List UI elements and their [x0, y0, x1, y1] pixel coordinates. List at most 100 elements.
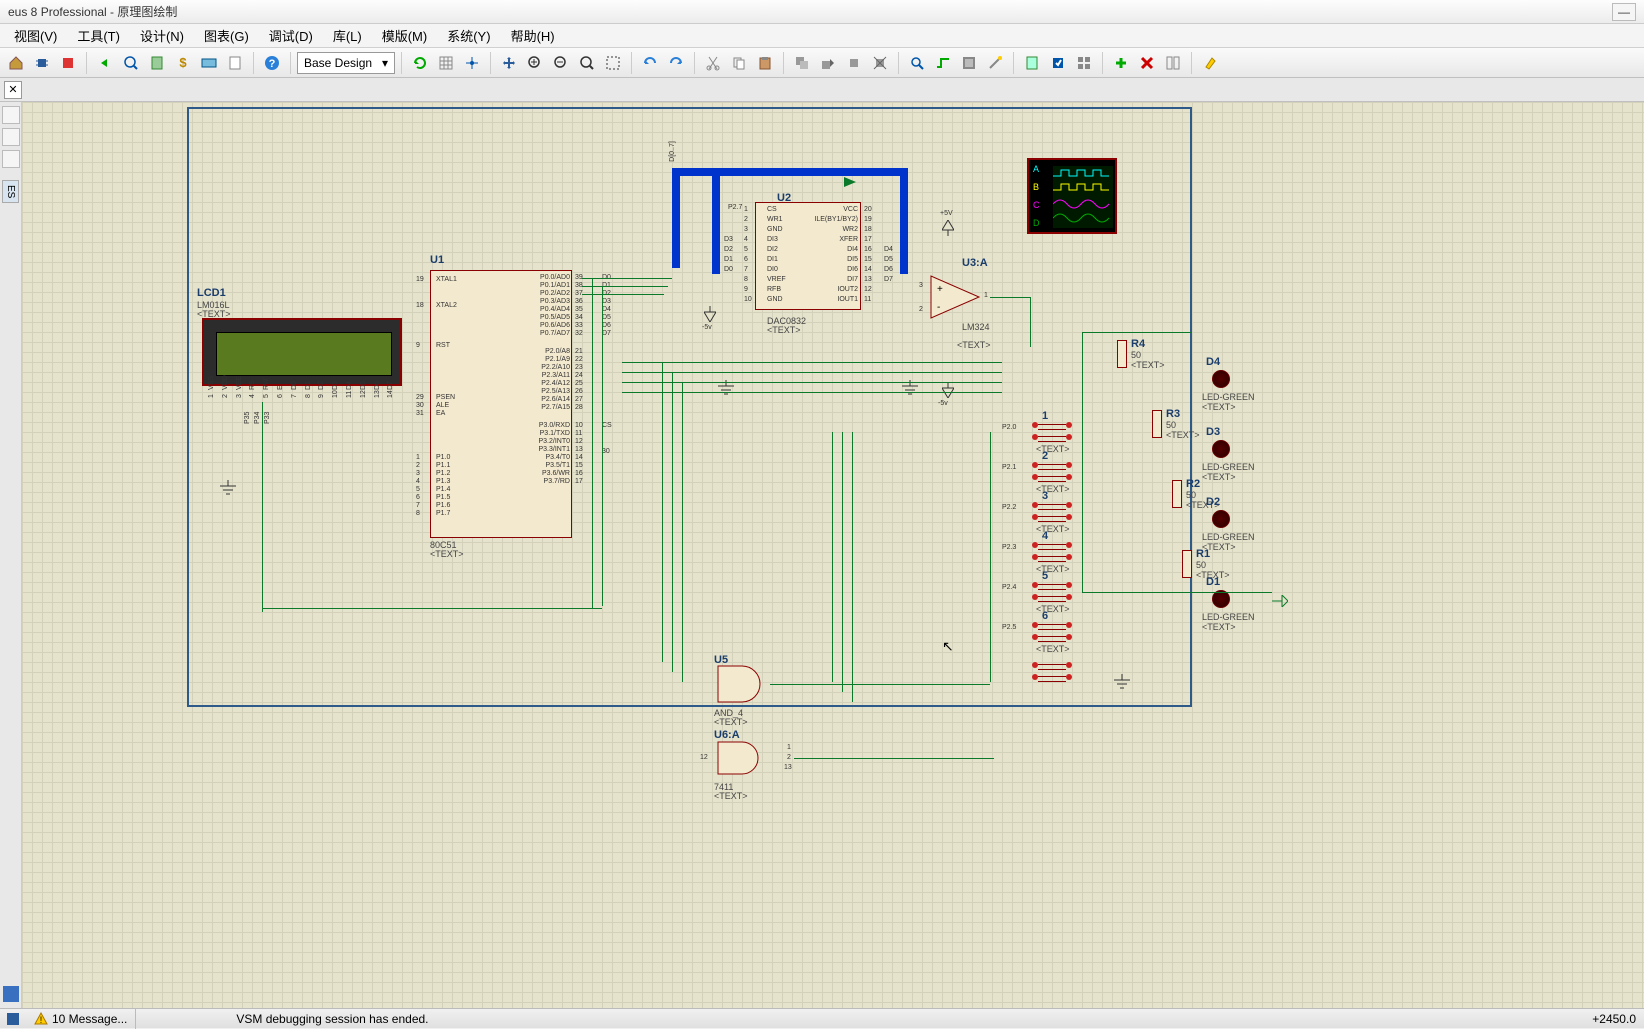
menu-template[interactable]: 模版(M) [372, 24, 438, 47]
net-label: D1 [724, 256, 733, 263]
component-u5[interactable] [714, 662, 770, 711]
u2-pin: DI6 [810, 266, 858, 273]
note-icon[interactable] [223, 51, 247, 75]
refresh-icon[interactable] [408, 51, 432, 75]
menu-graph[interactable]: 图表(G) [194, 24, 259, 47]
component-lcd1[interactable] [202, 318, 402, 386]
u1-pinnum: 15 [575, 462, 583, 469]
side-tab-devices[interactable]: ES [2, 180, 19, 203]
led-ref: D2 [1206, 496, 1220, 508]
wire-tool-icon[interactable] [931, 51, 955, 75]
grid-icon[interactable] [434, 51, 458, 75]
component-oscilloscope[interactable]: A B C D [1027, 158, 1117, 234]
schematic-canvas[interactable]: LCD1 LM016L <TEXT> VSS1VDD2VEE3RS4RW5E6D… [22, 102, 1644, 1008]
u1-pin: XTAL1 [436, 276, 457, 283]
menu-system[interactable]: 系统(Y) [437, 24, 500, 47]
u2-pinnum: 16 [864, 246, 872, 253]
lcd-pinnum: 7 [291, 394, 298, 398]
nav-back-icon[interactable] [93, 51, 117, 75]
svg-text:?: ? [269, 58, 276, 70]
scope-ch-a: A [1033, 164, 1039, 174]
undo-icon[interactable] [638, 51, 662, 75]
led-text: <TEXT> [1202, 402, 1236, 412]
stop-icon[interactable] [4, 1010, 22, 1028]
svg-text:!: ! [40, 1015, 43, 1025]
component-tool-icon[interactable] [2, 128, 20, 146]
sheet-icon[interactable] [145, 51, 169, 75]
u1-pinnum: 6 [416, 494, 420, 501]
zoom-sheet-icon[interactable] [119, 51, 143, 75]
net-label: D5 [884, 256, 893, 263]
erc-icon[interactable] [1046, 51, 1070, 75]
menu-tool[interactable]: 工具(T) [67, 24, 130, 47]
u1-pin: P2.7/A15 [526, 404, 570, 411]
selection-tool-icon[interactable] [2, 106, 20, 124]
messages-button[interactable]: ! 10 Message... [26, 1009, 136, 1029]
delete-icon[interactable] [1135, 51, 1159, 75]
dollar-icon[interactable]: $ [171, 51, 195, 75]
highlight-icon[interactable] [1198, 51, 1222, 75]
wand-icon[interactable] [983, 51, 1007, 75]
lcd-pin: E [277, 385, 284, 390]
pan-icon[interactable] [497, 51, 521, 75]
copy-icon[interactable] [727, 51, 751, 75]
component-r3[interactable] [1152, 410, 1162, 438]
chip-icon[interactable] [30, 51, 54, 75]
signal-icon[interactable] [197, 51, 221, 75]
lcd-pin: VDD [222, 375, 229, 390]
menu-debug[interactable]: 调试(D) [259, 24, 323, 47]
switch-net: P2.4 [1002, 584, 1016, 591]
u2-pin: DI5 [810, 256, 858, 263]
origin-icon[interactable] [460, 51, 484, 75]
minimize-button[interactable]: — [1612, 3, 1636, 21]
net-label: D6 [884, 266, 893, 273]
junction-tool-icon[interactable] [2, 150, 20, 168]
tab-close-button[interactable]: ✕ [4, 81, 22, 99]
component-r1[interactable] [1182, 550, 1192, 578]
u1-pinnum: 9 [416, 342, 420, 349]
menu-help[interactable]: 帮助(H) [501, 24, 565, 47]
component-r2[interactable] [1172, 480, 1182, 508]
zoom-fit-icon[interactable] [575, 51, 599, 75]
side-selection-indicator [3, 986, 19, 1002]
zoom-area-icon[interactable] [601, 51, 625, 75]
menu-design[interactable]: 设计(N) [130, 24, 194, 47]
menu-view[interactable]: 视图(V) [4, 24, 67, 47]
net-label: D4 [884, 246, 893, 253]
redo-icon[interactable] [664, 51, 688, 75]
design-dropdown[interactable]: Base Design▾ [297, 52, 395, 74]
component-u6a[interactable] [714, 738, 770, 783]
lcd-pinnum: 2 [222, 394, 229, 398]
component-d4[interactable] [1212, 370, 1230, 388]
u1-pinnum: 10 [575, 422, 583, 429]
find-icon[interactable] [905, 51, 929, 75]
u2-pinnum: 20 [864, 206, 872, 213]
zoom-out-icon[interactable] [549, 51, 573, 75]
u2-pinnum: 8 [744, 276, 748, 283]
component-d3[interactable] [1212, 440, 1230, 458]
bom-icon[interactable] [1072, 51, 1096, 75]
component-u3a[interactable]: +- [927, 272, 983, 327]
group-icon[interactable] [1161, 51, 1185, 75]
component-r4[interactable] [1117, 340, 1127, 368]
netlist-icon[interactable] [1020, 51, 1044, 75]
pcb-icon[interactable] [56, 51, 80, 75]
shade-icon[interactable] [957, 51, 981, 75]
u2-pinnum: 3 [744, 226, 748, 233]
block-move-icon[interactable] [816, 51, 840, 75]
home-icon[interactable] [4, 51, 28, 75]
menu-library[interactable]: 库(L) [323, 24, 372, 47]
component-d2[interactable] [1212, 510, 1230, 528]
u2-pinnum: 11 [864, 296, 871, 303]
cut-icon[interactable] [701, 51, 725, 75]
u3-pin2: 2 [919, 306, 923, 313]
block-copy-icon[interactable] [790, 51, 814, 75]
block-rotate-icon[interactable] [842, 51, 866, 75]
paste-icon[interactable] [753, 51, 777, 75]
add-icon[interactable] [1109, 51, 1133, 75]
lcd-pinnum: 13 [374, 390, 381, 398]
help-icon[interactable]: ? [260, 51, 284, 75]
zoom-in-icon[interactable] [523, 51, 547, 75]
block-delete-icon[interactable] [868, 51, 892, 75]
lcd-pinnum: 6 [277, 394, 284, 398]
